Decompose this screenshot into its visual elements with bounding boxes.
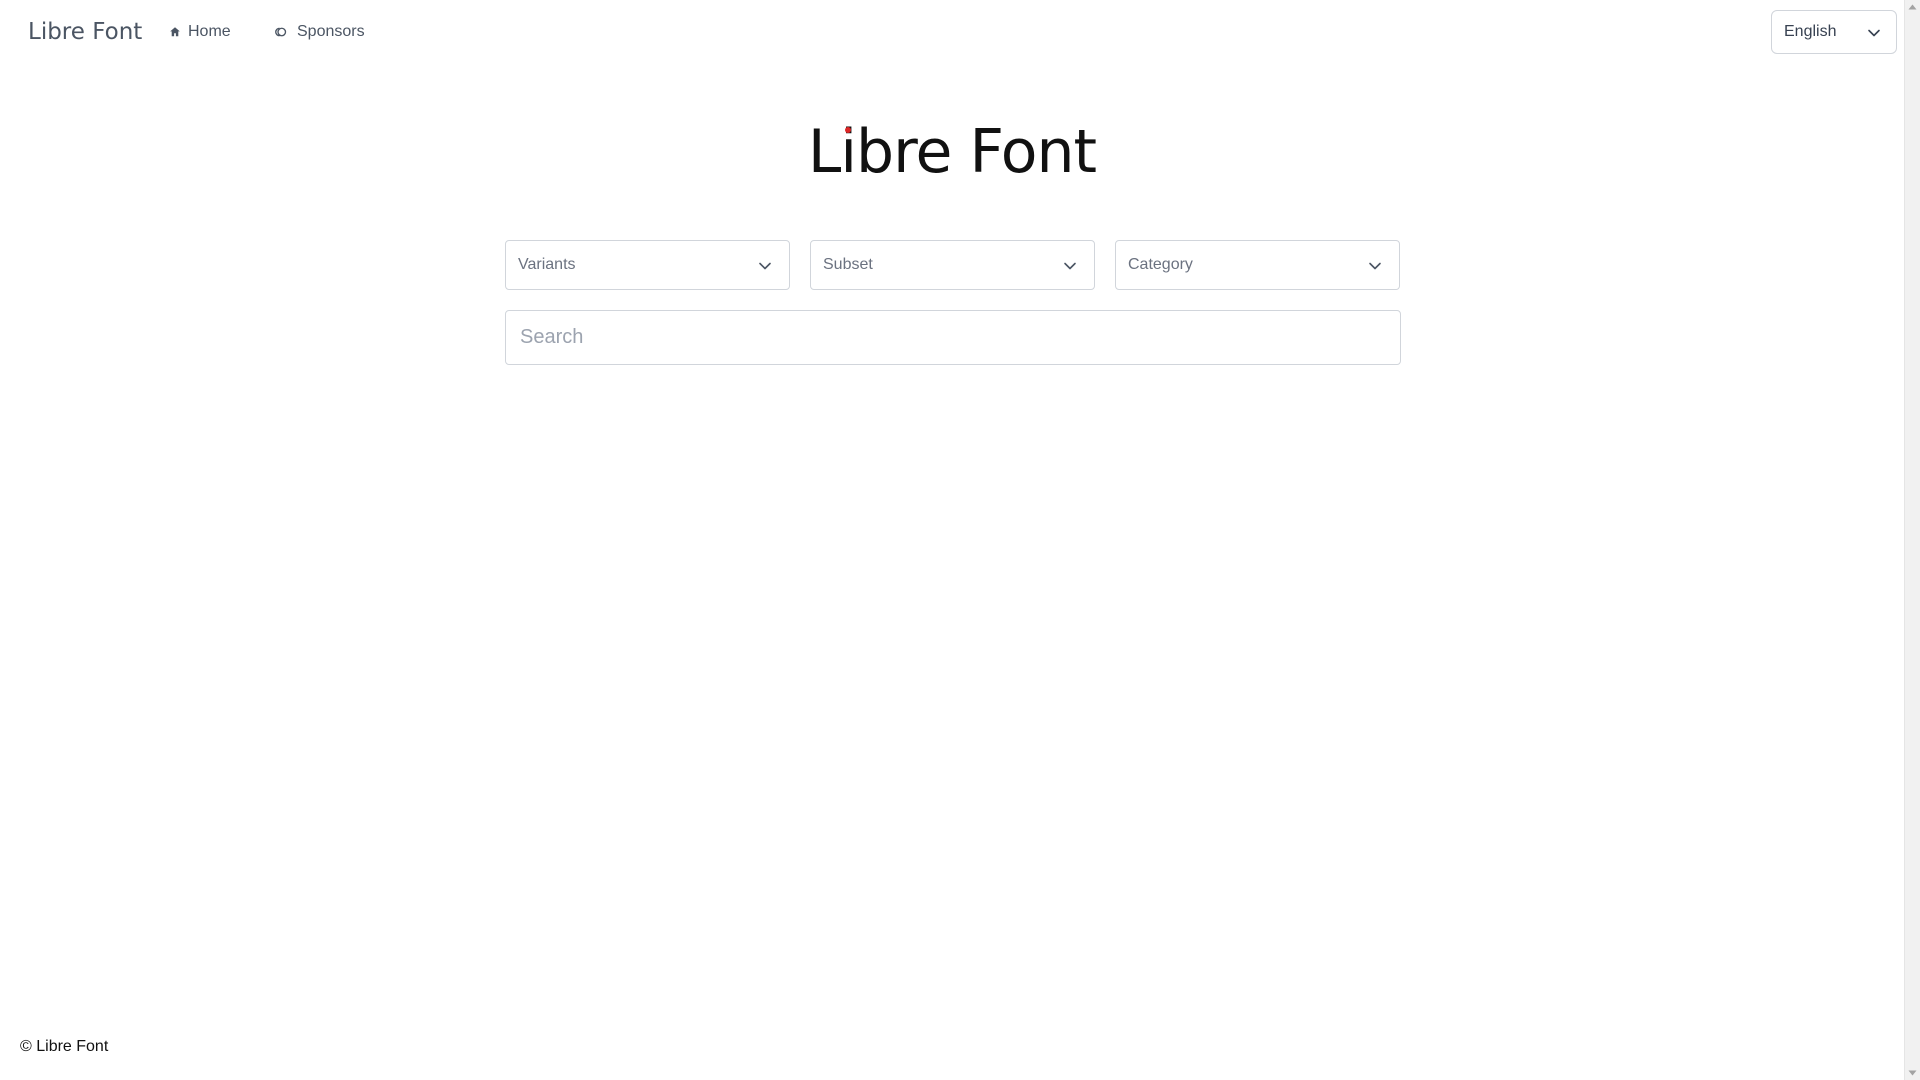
nav-home-label: Home (188, 23, 231, 40)
chevron-down-icon (1868, 29, 1880, 37)
footer-copyright: © Libre Font (20, 1038, 109, 1055)
language-select[interactable]: English (1771, 10, 1897, 54)
chevron-down-icon (1064, 262, 1076, 270)
search-input[interactable] (505, 310, 1401, 365)
category-select[interactable]: Category (1115, 240, 1400, 290)
hero-title-part-1: L (807, 117, 841, 187)
chevron-down-icon (1369, 262, 1381, 270)
nav-sponsors-label: Sponsors (297, 23, 365, 40)
hero-title-part-2: bre Font (856, 117, 1097, 187)
page: Libre Font Home Sponsors English Li bre F… (0, 0, 1920, 1080)
brand-logo-link[interactable]: Libre Font (28, 16, 142, 48)
subset-select[interactable]: Subset (810, 240, 1095, 290)
subset-select-label: Subset (823, 256, 873, 273)
scroll-down-arrow-icon[interactable] (1908, 1070, 1917, 1076)
nav-link-sponsors[interactable]: Sponsors (275, 20, 365, 44)
hero-title: Li bre Font (0, 112, 1904, 192)
sponsors-icon (275, 27, 287, 37)
variants-select-label: Variants (518, 256, 576, 273)
chevron-down-icon (759, 262, 771, 270)
vertical-scrollbar[interactable] (1904, 0, 1920, 1080)
hero-title-i: i (840, 112, 857, 192)
filter-bar: Variants Subset Category (505, 240, 1401, 290)
scroll-up-arrow-icon[interactable] (1908, 4, 1917, 10)
nav-link-home[interactable]: Home (169, 20, 231, 44)
category-select-label: Category (1128, 256, 1193, 273)
top-navbar: Libre Font Home Sponsors English (0, 0, 1904, 64)
home-icon (170, 27, 180, 37)
language-selected-value: English (1784, 23, 1837, 40)
variants-select[interactable]: Variants (505, 240, 790, 290)
